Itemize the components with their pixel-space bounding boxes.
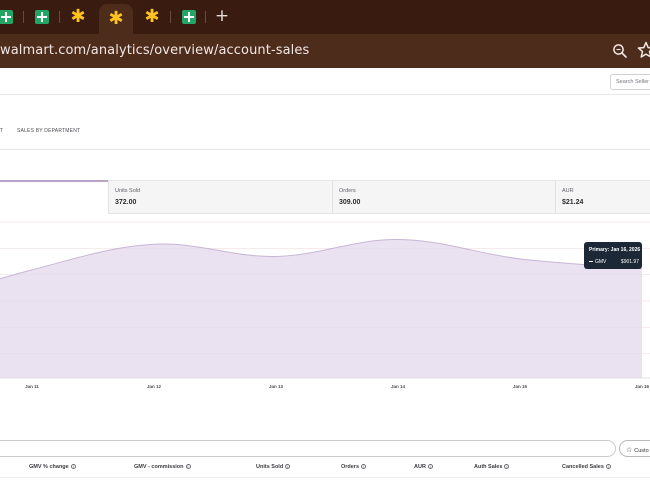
x-tick-label: Jan 13 xyxy=(269,384,284,389)
browser-tab-active[interactable]: ✱ xyxy=(99,4,133,34)
metric-label: AUR xyxy=(562,188,574,194)
column-header-cancelled-sales[interactable]: Cancelled Sales i xyxy=(562,464,611,470)
url-field[interactable]: walmart.com/analytics/overview/account-s… xyxy=(0,43,309,58)
metric-card-gmv[interactable] xyxy=(0,180,108,214)
metric-card-units-sold[interactable]: Units Sold 372.00 xyxy=(108,181,332,214)
column-header-label: Orders xyxy=(341,464,360,470)
zoom-icon[interactable] xyxy=(611,42,629,60)
area-fill xyxy=(0,239,642,378)
metric-value: 309.00 xyxy=(339,199,361,206)
column-header-auth-sales[interactable]: Auth Sales i xyxy=(474,464,510,470)
info-icon[interactable]: i xyxy=(605,464,611,470)
star-outline-icon: ☆ xyxy=(626,446,633,454)
tooltip-row: GMV $901.97 xyxy=(589,259,639,265)
metric-value: $21.24 xyxy=(562,199,584,206)
tab-separator xyxy=(59,11,60,23)
x-tick-label: Jan 16 xyxy=(635,384,650,389)
walmart-spark-icon: ✱ xyxy=(70,6,86,27)
tooltip-series-label: GMV xyxy=(595,259,607,265)
metric-value: 372.00 xyxy=(115,199,137,206)
info-icon[interactable]: i xyxy=(185,464,191,470)
chart-tooltip: Primary: Jan 16, 2026 GMV $901.97 xyxy=(584,242,642,269)
browser-tab[interactable] xyxy=(33,8,51,26)
gmv-area-chart: Jan 11 Jan 12 Jan 13 Jan 14 Jan 15 Jan 16 xyxy=(0,214,650,404)
data-point[interactable] xyxy=(275,255,277,257)
tab-sales-by-department[interactable]: SALES BY DEPARTMENT xyxy=(17,128,80,134)
data-point[interactable] xyxy=(519,258,521,260)
column-header-label: Units Sold xyxy=(256,464,284,470)
data-point[interactable] xyxy=(31,269,33,271)
walmart-spark-icon: ✱ xyxy=(144,6,160,27)
column-header-gmv-change[interactable]: GMV % change i xyxy=(29,464,76,470)
x-tick-label: Jan 12 xyxy=(147,384,162,389)
spreadsheet-icon xyxy=(0,10,13,24)
spreadsheet-icon xyxy=(182,10,196,24)
series-dash-icon xyxy=(589,261,593,263)
data-point[interactable] xyxy=(153,243,155,245)
info-icon[interactable]: i xyxy=(70,464,76,470)
x-tick-label: Jan 11 xyxy=(25,384,39,389)
column-header-label: Cancelled Sales xyxy=(562,464,604,470)
column-header-label: GMV % change xyxy=(29,464,69,470)
column-header-label: GMV - commission xyxy=(134,464,184,470)
spreadsheet-icon xyxy=(35,10,49,24)
column-header-orders[interactable]: Orders i xyxy=(341,464,367,470)
info-icon[interactable]: i xyxy=(285,464,291,470)
browser-tab[interactable]: ✱ xyxy=(143,8,161,26)
search-seller-input[interactable]: Search Seller xyxy=(610,74,650,90)
tooltip-title: Primary: Jan 16, 2026 xyxy=(589,247,641,253)
column-header-label: Auth Sales xyxy=(474,464,503,470)
customize-columns-button[interactable]: ☆ Custo xyxy=(619,440,650,457)
tab-separator xyxy=(170,11,171,23)
new-tab-button[interactable]: + xyxy=(213,6,231,26)
column-header-label: AUR xyxy=(414,464,426,470)
customize-button-label: Custo xyxy=(634,448,649,454)
info-icon[interactable]: i xyxy=(361,464,367,470)
browser-tab[interactable] xyxy=(180,8,198,26)
tab-sales-trend[interactable]: T xyxy=(0,128,3,134)
column-header-aur[interactable]: AUR i xyxy=(414,464,433,470)
column-header-units-sold[interactable]: Units Sold i xyxy=(256,464,291,470)
column-header-gmv-commission[interactable]: GMV - commission i xyxy=(134,464,191,470)
divider xyxy=(0,94,650,95)
table-header-divider xyxy=(0,477,650,478)
metric-card-orders[interactable]: Orders 309.00 xyxy=(332,181,555,214)
info-icon[interactable]: i xyxy=(427,464,433,470)
x-tick-label: Jan 15 xyxy=(513,384,528,389)
tab-separator xyxy=(205,11,206,23)
browser-tab[interactable] xyxy=(0,8,15,26)
analytics-page: Search Seller T SALES BY DEPARTMENT Unit… xyxy=(0,68,650,500)
metric-label: Orders xyxy=(339,188,356,194)
x-tick-label: Jan 14 xyxy=(391,384,406,389)
metric-label: Units Sold xyxy=(115,188,141,194)
data-point[interactable] xyxy=(397,238,399,240)
browser-tab-bar: ✱ ✱ ✱ + xyxy=(0,0,650,34)
bookmark-star-icon[interactable] xyxy=(636,40,650,60)
tooltip-value: $901.97 xyxy=(620,259,639,265)
divider xyxy=(0,149,650,150)
chart-canvas: Jan 11 Jan 12 Jan 13 Jan 14 Jan 15 Jan 16 xyxy=(0,221,650,389)
walmart-spark-icon: ✱ xyxy=(108,8,124,29)
info-icon[interactable]: i xyxy=(504,464,510,470)
table-search-input[interactable] xyxy=(0,440,616,457)
browser-tab[interactable]: ✱ xyxy=(69,8,87,26)
metric-cards: Units Sold 372.00 Orders 309.00 AUR $21.… xyxy=(0,180,650,214)
tab-separator xyxy=(23,11,24,23)
address-bar: walmart.com/analytics/overview/account-s… xyxy=(0,34,650,68)
metric-card-aur[interactable]: AUR $21.24 xyxy=(555,181,650,214)
